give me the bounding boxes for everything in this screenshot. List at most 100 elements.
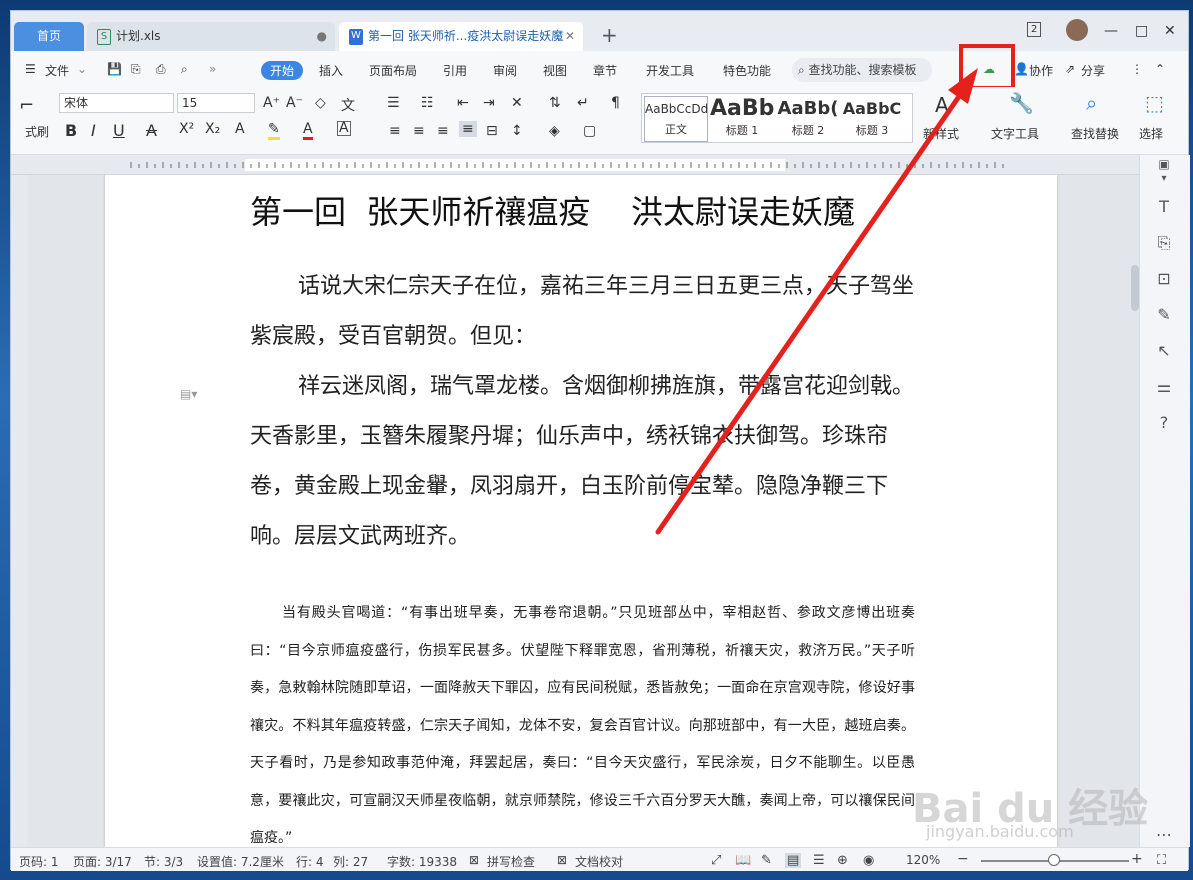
menu-share[interactable]: 分享 (1081, 62, 1105, 79)
tab-document[interactable]: W 第一回 张天师祈...疫洪太尉误走妖魔 ✕ (339, 22, 583, 51)
clear-format-icon[interactable]: ◇ (315, 95, 326, 111)
print-icon[interactable]: ⎙ (156, 62, 166, 77)
close-button[interactable]: ✕ (1164, 23, 1176, 39)
phonetic-icon[interactable]: 文 (341, 95, 355, 115)
window-count-badge[interactable]: 2 (1027, 22, 1042, 37)
panel-toggle-icon[interactable]: ▣ (1154, 157, 1174, 171)
vertical-ruler[interactable] (11, 175, 27, 847)
highlight-icon[interactable]: ✎ (268, 121, 280, 140)
chevron-down-icon[interactable]: ⌄ (77, 62, 87, 76)
distribute-icon[interactable]: ⊟ (486, 123, 498, 139)
menu-references[interactable]: 引用 (443, 62, 467, 79)
status-row[interactable]: 行: 4 (296, 853, 324, 870)
read-mode-icon[interactable]: 📖 (735, 853, 751, 868)
pen-icon[interactable]: ✎ (1154, 305, 1174, 324)
status-page-num[interactable]: 页码: 1 (19, 853, 59, 870)
font-name-select[interactable]: 宋体 (59, 93, 174, 113)
select-button[interactable]: 选择 (1139, 125, 1163, 142)
increase-indent-icon[interactable]: ⇥ (483, 95, 495, 111)
align-left-icon[interactable]: ≡ (389, 123, 401, 139)
more-tools-icon[interactable]: ⋯ (1154, 825, 1174, 844)
help-icon[interactable]: ? (1154, 413, 1174, 432)
chinese-layout-icon[interactable]: ✕ (511, 95, 523, 111)
zoom-slider-thumb[interactable] (1048, 854, 1060, 866)
menu-developer[interactable]: 开发工具 (646, 62, 694, 79)
horizontal-ruler[interactable] (11, 155, 1139, 175)
hamburger-menu-icon[interactable]: ☰ (25, 62, 36, 76)
maximize-button[interactable]: □ (1135, 23, 1148, 39)
collab-icon[interactable]: 👤 (1014, 62, 1029, 76)
style-heading2[interactable]: AaBb(标题 2 (776, 96, 840, 142)
fit-page-icon[interactable]: ⛶ (1157, 853, 1166, 868)
menu-special[interactable]: 特色功能 (723, 62, 771, 79)
line-spacing-icon[interactable]: ↕ (511, 123, 523, 139)
subscript-icon[interactable]: X₂ (205, 121, 220, 137)
collapse-ribbon-icon[interactable]: ⌃ (1155, 62, 1165, 76)
write-mode-icon[interactable]: ✎ (761, 853, 772, 868)
wrench-icon[interactable]: 🔧 (1009, 91, 1034, 115)
text-effect-icon[interactable]: A (235, 121, 245, 137)
underline-icon[interactable]: U (113, 121, 125, 140)
style-pane-icon[interactable]: T (1154, 197, 1174, 216)
page-view-icon[interactable]: ▤ (785, 853, 802, 868)
menu-insert[interactable]: 插入 (319, 62, 343, 79)
menu-view[interactable]: 视图 (543, 62, 567, 79)
panel-menu-icon[interactable]: ▾ (1154, 173, 1174, 184)
borders-icon[interactable]: ▢ (583, 123, 596, 139)
paragraph-mark-icon[interactable]: ¶ (611, 95, 620, 111)
menu-collab[interactable]: 协作 (1029, 62, 1053, 79)
decrease-indent-icon[interactable]: ⇤ (457, 95, 469, 111)
char-border-icon[interactable]: A (337, 121, 351, 136)
menu-file[interactable]: 文件 (45, 62, 69, 79)
web-view-icon[interactable]: ⊕ (837, 853, 848, 868)
zoom-level[interactable]: 120% (906, 853, 940, 867)
vertical-scrollbar[interactable] (1131, 265, 1139, 311)
fullscreen-icon[interactable]: ⤢ (711, 853, 721, 868)
menu-chapter[interactable]: 章节 (593, 62, 617, 79)
find-icon[interactable]: ⌕ (1086, 91, 1097, 115)
tab-dot-icon[interactable]: ● (317, 22, 327, 51)
spellcheck-icon[interactable]: ⊠ (469, 853, 479, 867)
zoom-in-button[interactable]: + (1131, 851, 1143, 867)
zoom-out-button[interactable]: − (957, 851, 969, 867)
status-proofread[interactable]: 文档校对 (575, 853, 623, 870)
text-tools-button[interactable]: 文字工具 (991, 125, 1039, 142)
status-col[interactable]: 列: 27 (333, 853, 368, 870)
cursor-icon[interactable]: ↖ (1154, 341, 1174, 360)
find-replace-button[interactable]: 查找替换 (1071, 125, 1119, 142)
status-words[interactable]: 字数: 19338 (387, 853, 457, 870)
strikethrough-icon[interactable]: A (146, 121, 157, 140)
select-icon[interactable]: ⬚ (1145, 91, 1164, 115)
tab-file-xls[interactable]: S 计划.xls ● (87, 22, 335, 51)
font-size-select[interactable]: 15 (177, 93, 255, 113)
menu-start[interactable]: 开始 (261, 61, 304, 80)
format-painter-icon[interactable]: ⎘ (131, 62, 141, 77)
font-color-icon[interactable]: A (303, 121, 313, 140)
document-page[interactable]: 第一回 张天师祈禳瘟疫 洪太尉误走妖魔 话说大宋仁宗天子在位，嘉祐三年三月三日五… (105, 175, 1057, 847)
translate-icon[interactable]: ⊡ (1154, 269, 1174, 288)
format-brush-label[interactable]: 式刷 (25, 123, 49, 140)
close-tab-icon[interactable]: ✕ (565, 22, 575, 51)
doc-properties-icon[interactable]: ⎘ (1154, 233, 1174, 253)
bullets-icon[interactable]: ☰ (387, 95, 400, 111)
shrink-font-icon[interactable]: A⁻ (286, 95, 303, 111)
align-center-icon[interactable]: ≡ (413, 123, 425, 139)
avatar[interactable] (1066, 19, 1088, 41)
menu-page-layout[interactable]: 页面布局 (369, 62, 417, 79)
style-heading3[interactable]: AaBbC 标题 3 (840, 96, 904, 142)
superscript-icon[interactable]: X² (179, 121, 194, 137)
align-right-icon[interactable]: ≡ (437, 123, 449, 139)
search-function-box[interactable]: ⌕ 查找功能、搜索模板 (792, 58, 932, 82)
menu-review[interactable]: 审阅 (493, 62, 517, 79)
justify-icon[interactable]: ≡ (459, 121, 477, 137)
shading-icon[interactable]: ◈ (549, 123, 560, 139)
style-normal[interactable]: AaBbCcDd 正文 (644, 96, 708, 142)
share-icon[interactable]: ⇗ (1065, 62, 1075, 76)
more-quick-icon[interactable]: » (209, 62, 216, 76)
print-preview-icon[interactable]: ⌕ (181, 62, 188, 77)
status-pages[interactable]: 页面: 3/17 (73, 853, 132, 870)
proofread-icon[interactable]: ⊠ (557, 853, 567, 867)
grow-font-icon[interactable]: A⁺ (263, 95, 280, 111)
new-style-button[interactable]: 新样式 (923, 125, 959, 142)
numbering-icon[interactable]: ☷ (421, 95, 434, 111)
